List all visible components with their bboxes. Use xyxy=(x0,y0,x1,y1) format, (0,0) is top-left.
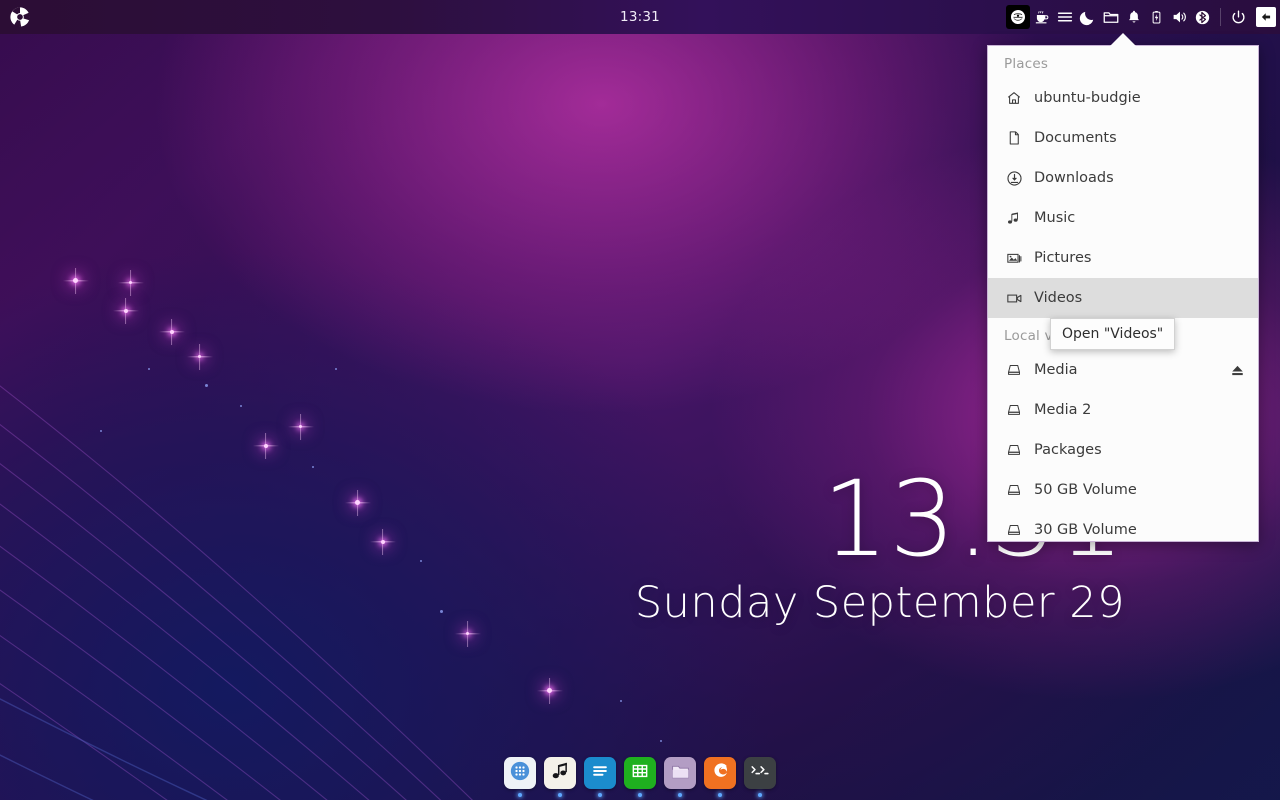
places-item-documents[interactable]: Documents xyxy=(988,118,1258,158)
arrow-left-glyph xyxy=(1259,10,1273,24)
bluetooth-glyph xyxy=(1194,9,1211,26)
places-volume-label: 50 GB Volume xyxy=(1034,482,1137,498)
places-item-label: Downloads xyxy=(1034,170,1114,186)
places-menu-header: Places xyxy=(1004,56,1049,72)
dock-running-indicator xyxy=(598,793,602,797)
panel-left-section xyxy=(0,2,35,32)
places-volume-packages[interactable]: Packages xyxy=(988,430,1258,470)
drive-icon xyxy=(1006,402,1028,418)
music-player-icon xyxy=(550,761,571,786)
notifications-bell-icon[interactable] xyxy=(1122,2,1145,32)
budgie-menu-button[interactable] xyxy=(5,2,35,32)
hide-panel-icon[interactable] xyxy=(1256,7,1276,27)
show-applications-icon xyxy=(509,760,531,786)
night-light-icon[interactable] xyxy=(1006,5,1030,29)
firefox-icon xyxy=(709,760,731,786)
dock-item-spreadsheet[interactable] xyxy=(623,757,657,797)
dock-running-indicator xyxy=(638,793,642,797)
places-item-label: Documents xyxy=(1034,130,1117,146)
moon-glyph xyxy=(1079,9,1096,26)
dock-item-show-applications[interactable] xyxy=(503,757,537,797)
places-folder-icon[interactable] xyxy=(1099,2,1122,32)
drive-icon xyxy=(1006,482,1028,498)
battery-glyph xyxy=(1149,10,1164,25)
bluetooth-icon[interactable] xyxy=(1191,2,1214,32)
folder-glyph xyxy=(1102,8,1120,26)
home-icon xyxy=(1006,90,1028,106)
top-panel: 13:31 xyxy=(0,0,1280,34)
battery-icon[interactable] xyxy=(1145,2,1168,32)
night-light-glyph xyxy=(1010,9,1026,25)
places-item-label: ubuntu-budgie xyxy=(1034,90,1141,106)
places-volume-media-2[interactable]: Media 2 xyxy=(988,390,1258,430)
places-volume-label: Media 2 xyxy=(1034,402,1092,418)
speaker-glyph xyxy=(1171,8,1189,26)
desktop-clock-widget: 13.31 Sunday September 29 xyxy=(0,458,1125,630)
desktop-clock-time: 13.31 xyxy=(822,458,1125,580)
places-volume-30gb[interactable]: 30 GB Volume xyxy=(988,510,1258,541)
places-item-pictures[interactable]: Pictures xyxy=(988,238,1258,278)
places-menu: Places ubuntu-budgie Documents Downloads… xyxy=(987,45,1259,542)
places-volume-50gb[interactable]: 50 GB Volume xyxy=(988,470,1258,510)
drive-icon xyxy=(1006,522,1028,538)
tray-separator xyxy=(1220,8,1221,26)
video-camera-icon xyxy=(1006,290,1028,307)
places-menu-pointer xyxy=(1110,33,1136,46)
dock-running-indicator xyxy=(678,793,682,797)
power-glyph xyxy=(1230,9,1247,26)
places-item-music[interactable]: Music xyxy=(988,198,1258,238)
terminal-icon xyxy=(749,760,771,786)
dock xyxy=(499,756,781,800)
places-volume-media[interactable]: Media xyxy=(988,350,1258,390)
places-item-label: Music xyxy=(1034,210,1076,226)
wallpaper-streaks xyxy=(0,385,473,800)
dock-item-file-manager[interactable] xyxy=(663,757,697,797)
spreadsheet-icon xyxy=(630,761,650,785)
drive-icon xyxy=(1006,362,1028,378)
videos-tooltip: Open "Videos" xyxy=(1050,318,1176,350)
bell-glyph xyxy=(1126,9,1142,25)
volume-icon[interactable] xyxy=(1168,2,1191,32)
dock-running-indicator xyxy=(558,793,562,797)
dock-item-word-processor[interactable] xyxy=(583,757,617,797)
budgie-logo-icon xyxy=(9,6,31,28)
desktop-clock-date: Sunday September 29 xyxy=(634,578,1125,628)
places-volume-label: Media xyxy=(1034,362,1078,378)
dock-running-indicator xyxy=(758,793,762,797)
word-processor-icon xyxy=(590,761,610,785)
caffeine-icon[interactable] xyxy=(1030,2,1053,32)
places-item-label: Pictures xyxy=(1034,250,1092,266)
power-icon[interactable] xyxy=(1227,2,1250,32)
dock-running-indicator xyxy=(718,793,722,797)
document-icon xyxy=(1006,130,1028,146)
coffee-cup-glyph xyxy=(1033,9,1050,26)
eject-icon[interactable] xyxy=(1229,362,1246,379)
places-item-home[interactable]: ubuntu-budgie xyxy=(988,78,1258,118)
moon-icon[interactable] xyxy=(1076,2,1099,32)
dock-running-indicator xyxy=(518,793,522,797)
drive-icon xyxy=(1006,442,1028,458)
dock-item-music-player[interactable] xyxy=(543,757,577,797)
file-manager-icon xyxy=(670,761,691,786)
places-item-downloads[interactable]: Downloads xyxy=(988,158,1258,198)
places-volume-label: 30 GB Volume xyxy=(1034,522,1137,538)
pictures-icon xyxy=(1006,250,1028,267)
places-item-videos[interactable]: Videos xyxy=(988,278,1258,318)
dock-item-terminal[interactable] xyxy=(743,757,777,797)
panel-tray xyxy=(1006,2,1280,32)
places-item-label: Videos xyxy=(1034,290,1083,306)
hamburger-glyph xyxy=(1056,8,1074,26)
music-note-icon xyxy=(1006,211,1028,226)
download-icon xyxy=(1006,170,1028,187)
places-volume-label: Packages xyxy=(1034,442,1102,458)
dock-item-firefox[interactable] xyxy=(703,757,737,797)
hamburger-menu-icon[interactable] xyxy=(1053,2,1076,32)
